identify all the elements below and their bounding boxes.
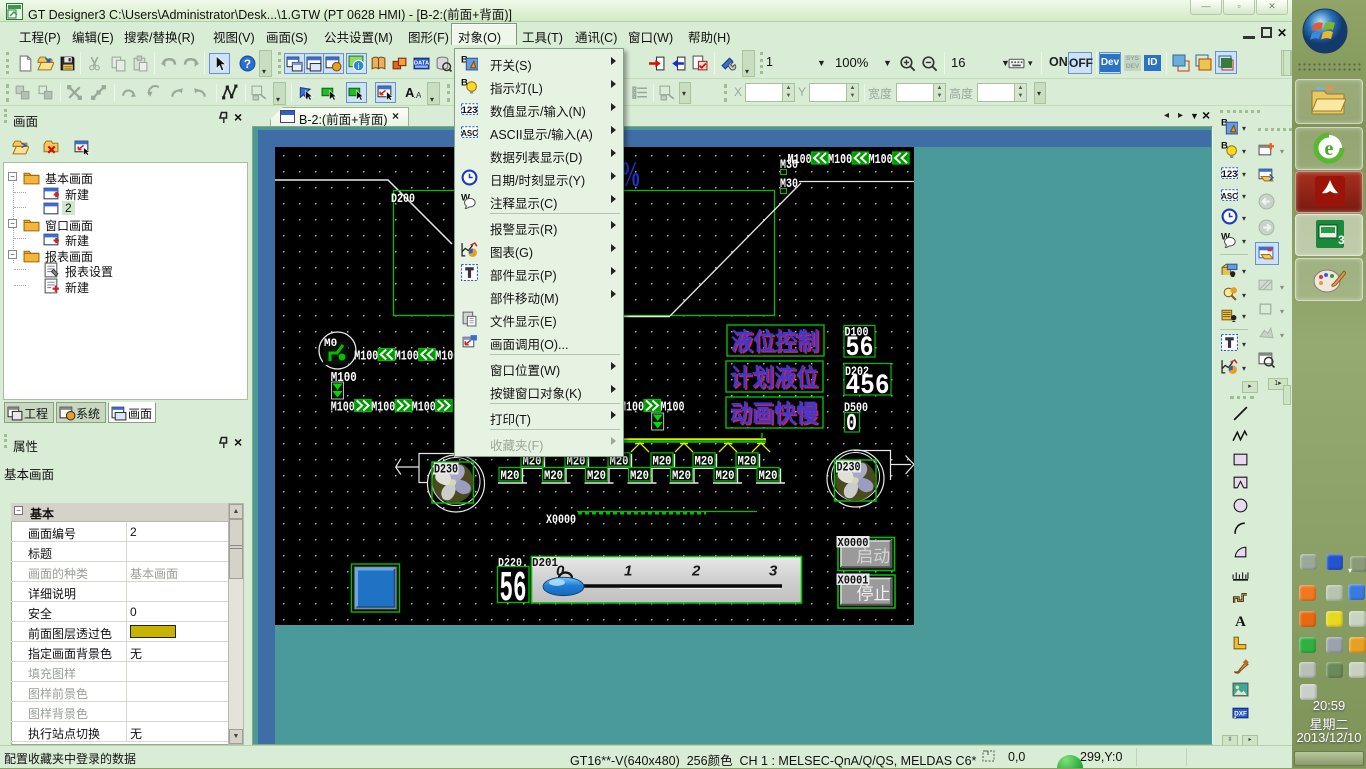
svg-text:M20: M20	[501, 468, 520, 483]
svg-text:2: 2	[691, 563, 701, 580]
svg-text:M0: M0	[324, 338, 337, 350]
svg-text:M100: M100	[371, 401, 395, 416]
svg-text:X0001: X0001	[838, 574, 869, 588]
svg-text:M100: M100	[788, 153, 812, 168]
svg-text:A: A	[1235, 614, 1246, 629]
svg-text:计划液位: 计划液位	[730, 364, 818, 392]
svg-text:M20: M20	[759, 468, 778, 483]
svg-text:456: 456	[846, 371, 890, 402]
svg-text:X0000: X0000	[838, 536, 869, 550]
svg-text:液位控制: 液位控制	[731, 328, 819, 356]
svg-text:123: 123	[1222, 169, 1238, 180]
svg-text:D230: D230	[837, 461, 861, 475]
svg-text:M100: M100	[331, 401, 355, 416]
svg-text:M20: M20	[587, 468, 606, 483]
svg-text:M20: M20	[653, 453, 672, 468]
svg-text:D201: D201	[532, 556, 558, 570]
svg-text:M20: M20	[630, 468, 649, 483]
svg-text:123: 123	[462, 105, 478, 116]
svg-text:M100: M100	[412, 401, 436, 416]
svg-text:.A: .A	[414, 90, 421, 100]
svg-text:M20: M20	[695, 453, 714, 468]
svg-text:动画快慢: 动画快慢	[730, 400, 819, 428]
svg-text:M20: M20	[738, 453, 757, 468]
svg-text:M100: M100	[869, 153, 893, 168]
svg-text:e: e	[1325, 138, 1334, 160]
svg-text:D200: D200	[391, 191, 415, 206]
svg-text:M20: M20	[544, 468, 563, 483]
svg-text:D230: D230	[434, 463, 458, 477]
svg-text:56: 56	[500, 564, 527, 613]
svg-text:3: 3	[1338, 233, 1345, 247]
svg-text:M20: M20	[672, 468, 691, 483]
svg-text:M20: M20	[716, 468, 735, 483]
svg-text:3: 3	[769, 563, 778, 580]
svg-text:X0000: X0000	[546, 512, 576, 527]
svg-text:56: 56	[846, 333, 874, 364]
svg-text:ASC: ASC	[1221, 192, 1238, 201]
svg-text:M100: M100	[354, 350, 378, 365]
svg-text:0: 0	[846, 411, 857, 438]
svg-text:?: ?	[244, 58, 251, 71]
svg-text:M100: M100	[828, 153, 852, 168]
svg-text:ASC: ASC	[461, 129, 478, 138]
svg-text:1: 1	[624, 563, 632, 580]
svg-text:M100: M100	[395, 350, 419, 365]
svg-text:i: i	[358, 61, 360, 71]
